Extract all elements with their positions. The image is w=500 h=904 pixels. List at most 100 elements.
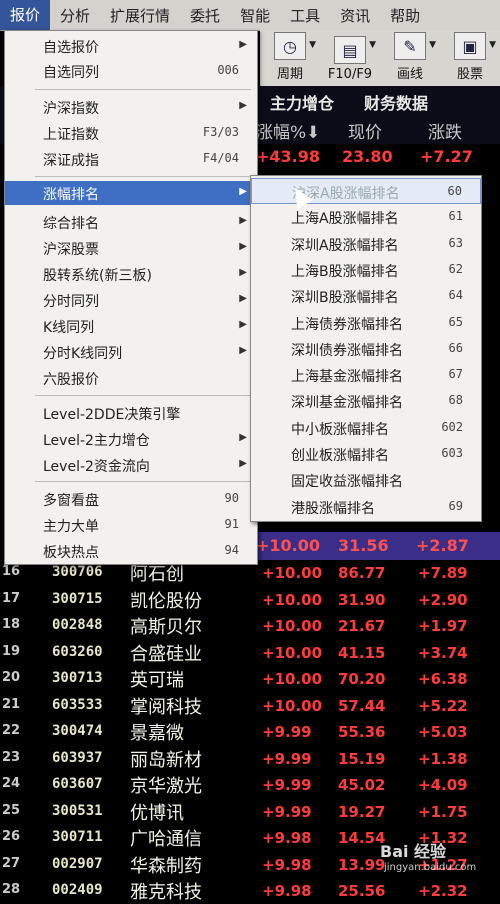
row-price: 45.02 bbox=[338, 776, 386, 794]
chevron-down-icon[interactable]: ▼ bbox=[369, 40, 376, 50]
menu-item-12[interactable]: 六股报价 bbox=[5, 366, 257, 390]
submenu-item-label: 深圳基金涨幅排名 bbox=[291, 395, 403, 412]
toolbar-button-1[interactable]: ▤ F10/F9 ▼ bbox=[320, 30, 380, 86]
column-up-down[interactable]: 涨跌 bbox=[428, 118, 462, 143]
row-price: 31.90 bbox=[338, 590, 386, 609]
tab-financial-data[interactable]: 财务数据 bbox=[364, 90, 428, 114]
submenu-item-7[interactable]: 上海基金涨幅排名 67 bbox=[251, 362, 481, 388]
column-price[interactable]: 现价 bbox=[348, 118, 382, 143]
menu-item-6[interactable]: 综合排名 ▶ bbox=[5, 210, 257, 234]
submenu-item-1[interactable]: 上海A股涨幅排名 61 bbox=[251, 204, 481, 230]
submenu-item-6[interactable]: 深圳债券涨幅排名 66 bbox=[251, 336, 481, 362]
row-code: 002907 bbox=[52, 855, 103, 872]
menu-item-14[interactable]: Level-2主力增仓 ▶ bbox=[5, 427, 257, 451]
menu-item-9[interactable]: 分时同列 ▶ bbox=[5, 288, 257, 312]
row-change: +10.00 bbox=[262, 617, 323, 635]
menu-item-17[interactable]: 主力大单 91 bbox=[5, 513, 257, 537]
toolbar-button-0[interactable]: ◷ 周期 ▼ bbox=[260, 30, 320, 86]
row-change: +43.98 bbox=[256, 147, 321, 166]
chevron-down-icon[interactable]: ▼ bbox=[489, 40, 496, 50]
menu-item-shortcut: 91 bbox=[224, 517, 239, 531]
table-row[interactable]: 17 300715 凯伦股份 +10.00 31.90 +2.90 bbox=[0, 587, 500, 613]
submenu-item-12[interactable]: 港股涨幅排名 69 bbox=[251, 494, 481, 520]
menu-item-shortcut: F4/04 bbox=[202, 151, 239, 165]
row-up: +2.90 bbox=[418, 590, 468, 609]
menubar-item-5[interactable]: 工具 bbox=[280, 5, 330, 26]
tab-main-force[interactable]: 主力增仓 bbox=[270, 90, 334, 114]
menu-item-label: 综合排名 bbox=[43, 216, 99, 232]
row-code: 300474 bbox=[52, 723, 103, 739]
submenu-item-code: 64 bbox=[448, 288, 463, 303]
table-row[interactable]: 23 603937 丽岛新材 +9.99 15.19 +1.38 bbox=[0, 746, 500, 772]
submenu-item-3[interactable]: 上海B股涨幅排名 62 bbox=[251, 257, 481, 283]
menubar-item-3[interactable]: 委托 bbox=[180, 5, 230, 26]
menu-item-1[interactable]: 自选同列 006 bbox=[5, 59, 257, 83]
column-change-percent[interactable]: 涨幅%⬇ bbox=[256, 118, 320, 143]
chevron-right-icon: ▶ bbox=[239, 345, 247, 356]
row-number: 22 bbox=[2, 723, 21, 738]
menubar-item-7[interactable]: 帮助 bbox=[380, 5, 430, 26]
menu-item-15[interactable]: Level-2资金流向 ▶ bbox=[5, 453, 257, 477]
submenu-item-11[interactable]: 固定收益涨幅排名 bbox=[251, 467, 481, 493]
row-name: 优博讯 bbox=[130, 802, 184, 824]
submenu-item-4[interactable]: 深圳B股涨幅排名 64 bbox=[251, 283, 481, 309]
submenu-item-10[interactable]: 创业板涨幅排名 603 bbox=[251, 441, 481, 467]
menu-item-2[interactable]: 沪深指数 ▶ bbox=[5, 95, 257, 119]
row-name: 英可瑞 bbox=[130, 670, 184, 691]
row-name: 雅克科技 bbox=[130, 882, 202, 903]
table-row[interactable]: 21 603533 掌阅科技 +10.00 57.44 +5.22 bbox=[0, 693, 500, 719]
toolbar-button-2[interactable]: ✎ 画线 ▼ bbox=[380, 30, 440, 86]
submenu-item-5[interactable]: 上海债券涨幅排名 65 bbox=[251, 310, 481, 336]
menu-item-10[interactable]: K线同列 ▶ bbox=[5, 314, 257, 338]
sort-down-icon: ⬇ bbox=[306, 123, 321, 143]
row-up: +7.27 bbox=[420, 147, 473, 166]
row-change: +9.99 bbox=[262, 776, 312, 794]
table-row[interactable]: 19 603260 合盛硅业 +10.00 41.15 +3.74 bbox=[0, 640, 500, 666]
submenu-item-2[interactable]: 深圳A股涨幅排名 63 bbox=[251, 231, 481, 257]
table-row-selected[interactable]: +10.00 31.56 +2.87 bbox=[250, 532, 500, 560]
menu-item-label: 深证成指 bbox=[43, 153, 99, 169]
table-row[interactable]: 20 300713 英可瑞 +10.00 70.20 +6.38 bbox=[0, 666, 500, 692]
menu-item-3[interactable]: 上证指数 F3/03 bbox=[5, 121, 257, 145]
chevron-down-icon[interactable]: ▼ bbox=[309, 40, 316, 50]
menubar-item-1[interactable]: 分析 bbox=[50, 5, 100, 26]
row-number: 20 bbox=[2, 670, 21, 685]
chevron-right-icon: ▶ bbox=[239, 319, 247, 330]
menu-item-5[interactable]: 涨幅排名 ▶ bbox=[5, 181, 257, 205]
chevron-down-icon[interactable]: ▼ bbox=[429, 40, 436, 50]
toolbar-button-3[interactable]: ▣ 股票 ▼ bbox=[440, 30, 500, 86]
menu-item-11[interactable]: 分时K线同列 ▶ bbox=[5, 340, 257, 364]
row-number: 16 bbox=[2, 564, 21, 579]
row-change: +9.99 bbox=[262, 749, 312, 768]
menu-item-shortcut: 006 bbox=[217, 63, 239, 77]
table-row[interactable]: 25 300531 优博讯 +9.99 19.27 +1.75 bbox=[0, 799, 500, 825]
menu-item-16[interactable]: 多窗看盘 90 bbox=[5, 487, 257, 511]
row-number: 18 bbox=[2, 617, 21, 632]
submenu-item-0[interactable]: 沪深A股涨幅排名 60 bbox=[251, 178, 481, 204]
table-row[interactable]: 22 300474 景嘉微 +9.99 55.36 +5.03 bbox=[0, 719, 500, 745]
row-up: +7.89 bbox=[418, 564, 468, 582]
menubar-item-6[interactable]: 资讯 bbox=[330, 5, 380, 26]
menu-item-13[interactable]: Level-2DDE决策引擎 bbox=[5, 401, 257, 425]
menu-item-0[interactable]: 自选报价 ▶ bbox=[5, 34, 257, 58]
table-row[interactable]: 18 002848 高斯贝尔 +10.00 21.67 +1.97 bbox=[0, 613, 500, 639]
submenu-item-8[interactable]: 深圳基金涨幅排名 68 bbox=[251, 388, 481, 414]
table-row[interactable]: 28 002409 雅克科技 +9.98 25.56 +2.32 bbox=[0, 878, 500, 904]
menubar-item-2[interactable]: 扩展行情 bbox=[100, 5, 180, 26]
row-up: +1.38 bbox=[418, 749, 468, 768]
menu-item-shortcut: 90 bbox=[224, 491, 239, 505]
row-change: +10.00 bbox=[262, 643, 323, 662]
submenu-item-9[interactable]: 中小板涨幅排名 602 bbox=[251, 415, 481, 441]
menubar-item-4[interactable]: 智能 bbox=[230, 5, 280, 26]
table-row[interactable]: 24 603607 京华激光 +9.99 45.02 +4.09 bbox=[0, 772, 500, 798]
submenu-item-code: 67 bbox=[448, 367, 463, 382]
submenu-item-label: 深圳B股涨幅排名 bbox=[291, 290, 399, 307]
menu-item-7[interactable]: 沪深股票 ▶ bbox=[5, 236, 257, 260]
submenu-item-code: 66 bbox=[448, 340, 463, 355]
menubar-item-0[interactable]: 报价 bbox=[0, 0, 51, 30]
submenu-item-label: 创业板涨幅排名 bbox=[291, 448, 389, 464]
menu-item-8[interactable]: 股转系统(新三板) ▶ bbox=[5, 262, 257, 286]
menu-item-4[interactable]: 深证成指 F4/04 bbox=[5, 147, 257, 171]
row-price: 86.77 bbox=[338, 564, 386, 582]
menu-item-18[interactable]: 板块热点 94 bbox=[5, 539, 257, 563]
